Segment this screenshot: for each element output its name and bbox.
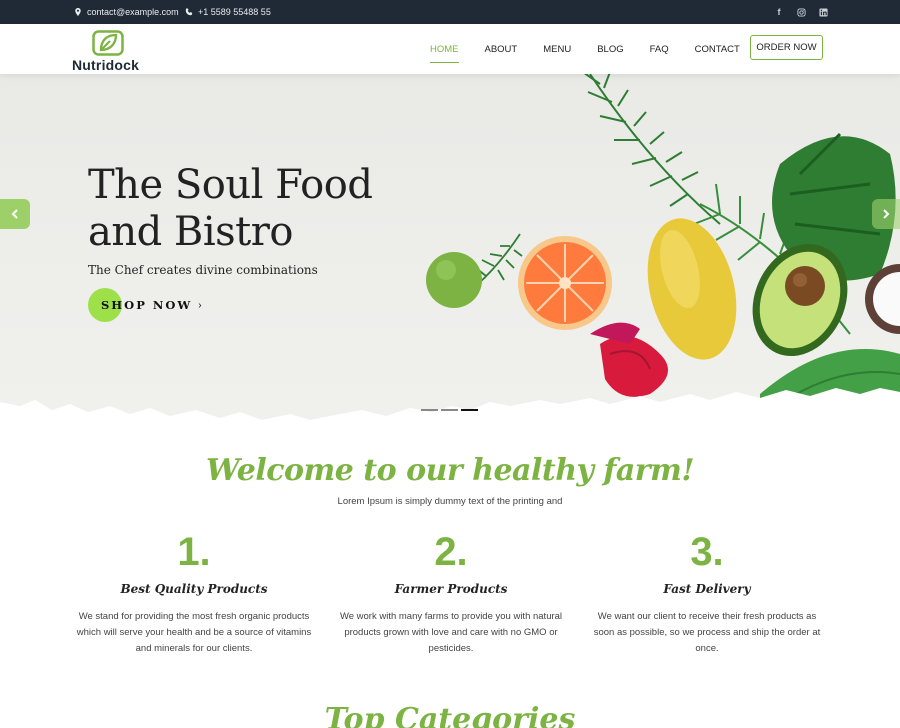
- slider-dots: [421, 409, 478, 411]
- feature-number: 1.: [177, 530, 211, 574]
- feature-title: Farmer Products: [394, 582, 508, 596]
- feature-description: We want our client to receive their fres…: [593, 611, 821, 654]
- welcome-subtitle: Lorem Ipsum is simply dummy text of the …: [337, 496, 563, 507]
- hero-title: The Soul Food and Bistro: [88, 162, 373, 256]
- logo-text: Nutridock: [72, 57, 140, 73]
- instagram-icon[interactable]: [796, 7, 806, 17]
- linkedin-icon[interactable]: [818, 7, 828, 17]
- social-links: f: [774, 0, 828, 24]
- shop-now-label: SHOP NOW: [101, 298, 193, 312]
- nav-home[interactable]: HOME: [430, 40, 459, 63]
- order-now-button[interactable]: ORDER NOW: [750, 35, 823, 60]
- main-nav: HOME ABOUT MENU BLOG FAQ CONTACT: [430, 24, 766, 74]
- feature-title: Fast Delivery: [663, 582, 751, 596]
- feature-card: 3. Fast Delivery We want our client to r…: [587, 528, 827, 657]
- slider-dot[interactable]: [421, 409, 438, 411]
- slider-dot-active[interactable]: [461, 409, 478, 411]
- location-pin-icon: [75, 8, 81, 16]
- chevron-right-icon: [883, 209, 890, 219]
- logo[interactable]: Nutridock: [72, 28, 152, 73]
- contact-phone[interactable]: +1 5589 55488 55: [185, 0, 271, 24]
- phone-icon: [185, 8, 193, 16]
- feature-card: 1. Best Quality Products We stand for pr…: [74, 528, 314, 657]
- feature-description: We stand for providing the most fresh or…: [76, 611, 312, 654]
- feature-number: 3.: [690, 530, 724, 574]
- leaf-logo-icon: [92, 30, 124, 56]
- facebook-icon[interactable]: f: [774, 7, 784, 17]
- nav-menu[interactable]: MENU: [543, 40, 571, 59]
- feature-number: 2.: [434, 530, 468, 574]
- shop-now-button[interactable]: SHOP NOW ›: [88, 288, 202, 322]
- top-categories-title: Top Categories: [324, 702, 576, 728]
- arrow-right-icon: ›: [198, 299, 202, 311]
- nav-faq[interactable]: FAQ: [650, 40, 669, 59]
- phone-text: +1 5589 55488 55: [198, 7, 271, 17]
- welcome-title: Welcome to our healthy farm!: [205, 453, 695, 488]
- slide-prev-button[interactable]: [0, 199, 30, 229]
- hero-title-line2: and Bistro: [88, 209, 293, 255]
- top-bar: contact@example.com +1 5589 55488 55 f: [0, 0, 900, 24]
- hero-subtitle: The Chef creates divine combinations: [88, 263, 318, 277]
- slide-next-button[interactable]: [872, 199, 900, 229]
- feature-description: We work with many farms to provide you w…: [339, 611, 563, 654]
- nav-about[interactable]: ABOUT: [485, 40, 518, 59]
- torn-paper-edge: [0, 388, 900, 430]
- email-text: contact@example.com: [87, 7, 179, 17]
- chevron-left-icon: [11, 209, 18, 219]
- contact-email[interactable]: contact@example.com: [74, 0, 179, 24]
- nav-blog[interactable]: BLOG: [597, 40, 623, 59]
- hero-title-line1: The Soul Food: [88, 162, 373, 208]
- nav-contact[interactable]: CONTACT: [695, 40, 740, 59]
- feature-card: 2. Farmer Products We work with many far…: [331, 528, 571, 657]
- hero-slider: The Soul Food and Bistro The Chef create…: [0, 74, 900, 426]
- feature-title: Best Quality Products: [120, 582, 268, 596]
- slider-dot[interactable]: [441, 409, 458, 411]
- site-header: Nutridock HOME ABOUT MENU BLOG FAQ CONTA…: [0, 24, 900, 74]
